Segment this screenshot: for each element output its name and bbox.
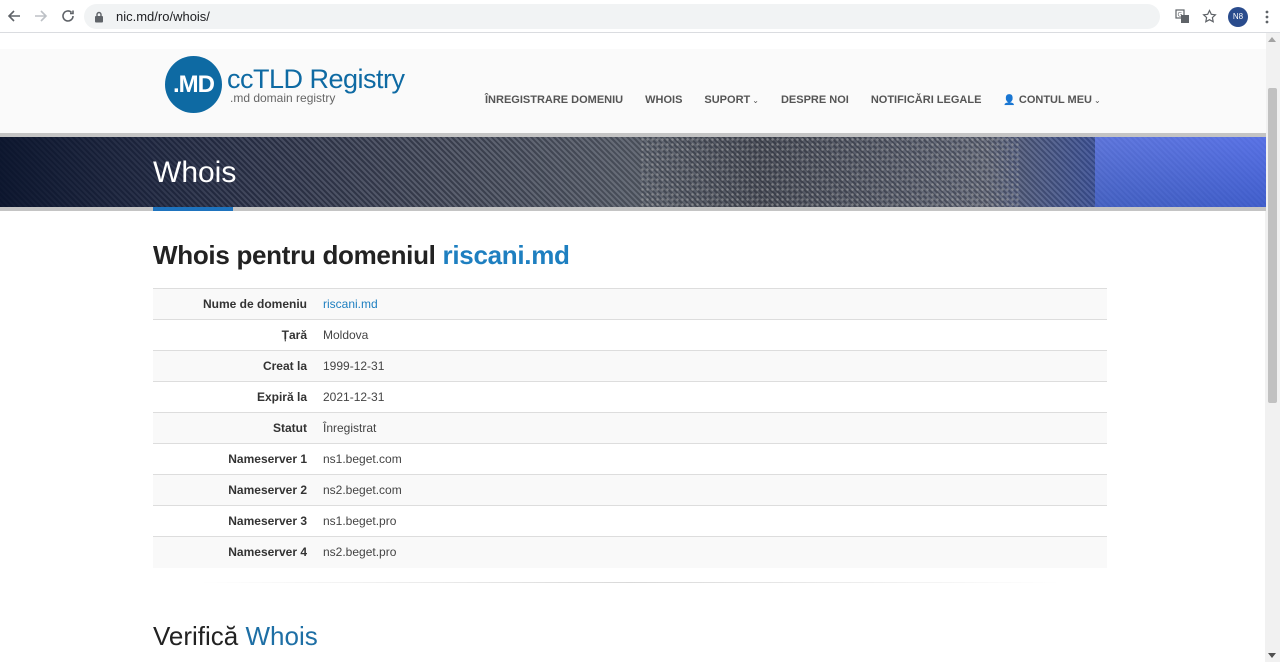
table-row: Țară Moldova [153, 320, 1107, 351]
url-text: nic.md/ro/whois/ [116, 9, 210, 24]
menu-item-contul[interactable]: 👤 CONTUL MEU ⌄ [1003, 94, 1100, 106]
menu-label: DESPRE NOI [780, 94, 849, 106]
row-value: ns2.beget.pro [323, 545, 397, 560]
bookmark-star-icon[interactable] [1196, 3, 1223, 30]
heading-domain: riscani.md [442, 240, 570, 270]
table-row: Nameserver 1 ns1.beget.com [153, 444, 1107, 475]
profile-avatar[interactable]: N8 [1228, 6, 1248, 27]
svg-text:G: G [1178, 12, 1183, 19]
translate-icon[interactable]: G [1169, 3, 1196, 30]
row-value: ns1.beget.com [323, 452, 402, 466]
menu-item-inregistrare[interactable]: ÎNREGISTRARE DOMENIU [485, 94, 623, 106]
section-divider [198, 582, 1062, 583]
row-key: Expiră la [256, 390, 307, 404]
page-scrollbar[interactable] [1265, 33, 1280, 662]
menu-label: ÎNREGISTRARE DOMENIU [485, 94, 624, 106]
verify-heading: Verifică Whois [153, 621, 318, 652]
row-value: Înregistrat [323, 421, 377, 435]
row-key: Nameserver 1 [228, 452, 307, 466]
row-value: riscani.md [313, 289, 1107, 320]
row-value: 2021-12-31 [323, 390, 385, 404]
row-key: Statut [273, 421, 307, 435]
table-row: Creat la 1999-12-31 [153, 350, 1107, 382]
address-bar[interactable]: nic.md/ro/whois/ [84, 4, 1160, 29]
row-key: Țară [281, 328, 307, 342]
site-logo[interactable]: .MD ccTLD Registry .md domain registry [165, 56, 405, 113]
whois-table: Nume de domeniu riscani.md Țară Moldova Crea… [153, 288, 1107, 568]
chevron-down-icon: ⌄ [1094, 95, 1101, 105]
whois-result: Whois pentru domeniul riscani.md Nume de… [153, 240, 1107, 568]
domain-link[interactable]: riscani.md [323, 297, 378, 311]
chevron-down-icon: ⌄ [752, 95, 759, 105]
menu-item-whois[interactable]: WHOIS [645, 94, 682, 106]
logo-mark: .MD [165, 56, 222, 113]
menu-item-notificari[interactable]: NOTIFICĂRI LEGALE [871, 94, 982, 106]
table-row: Nameserver 4 ns2.beget.pro [153, 536, 1107, 568]
avatar-text: N8 [1232, 12, 1244, 21]
heading-bold: Whois [153, 240, 230, 270]
banner-glow-decoration [1095, 137, 1266, 207]
row-key: Nume de domeniu [202, 297, 307, 311]
banner-title: Whois [153, 156, 237, 189]
row-key: Creat la [262, 359, 307, 373]
logo-title: ccTLD Registry [227, 63, 405, 94]
main-menu: ÎNREGISTRARE DOMENIU WHOIS SUPORT ⌄ DESPR… [485, 94, 1123, 106]
forward-arrow-icon[interactable] [28, 3, 54, 29]
table-row: Expiră la 2021-12-31 [153, 382, 1107, 413]
reload-icon[interactable] [55, 3, 81, 29]
table-row: Nameserver 2 ns2.beget.com [153, 474, 1107, 506]
row-key: Nameserver 3 [228, 514, 307, 528]
back-arrow-icon[interactable] [1, 3, 27, 29]
banner-mesh-decoration [640, 137, 1020, 207]
page-banner: Whois [0, 133, 1266, 211]
menu-label: WHOIS [645, 94, 683, 106]
result-heading: Whois pentru domeniul riscani.md [153, 240, 1107, 271]
row-value: ns2.beget.com [323, 483, 402, 497]
row-key: Nameserver 4 [228, 545, 307, 560]
menu-label: NOTIFICĂRI LEGALE [870, 94, 982, 106]
kebab-menu-icon[interactable] [1253, 3, 1280, 30]
scroll-down-icon[interactable] [1268, 653, 1276, 658]
menu-item-suport[interactable]: SUPORT ⌄ [704, 94, 759, 106]
heading-middle: pentru domeniul [236, 240, 436, 270]
row-key: Nameserver 2 [228, 483, 307, 497]
user-icon: 👤 [1003, 94, 1016, 106]
table-row: Statut Înregistrat [153, 412, 1107, 444]
lock-icon [94, 10, 108, 24]
row-value: ns1.beget.pro [323, 514, 397, 528]
menu-label: CONTUL MEU [1018, 94, 1093, 106]
row-value: Moldova [323, 328, 369, 342]
verify-word2: Whois [245, 621, 318, 651]
browser-actions: G N8 [1169, 0, 1280, 33]
row-value: 1999-12-31 [323, 359, 385, 373]
browser-toolbar: nic.md/ro/whois/ G N8 [0, 0, 1280, 33]
site-header: .MD ccTLD Registry .md domain registry Î… [0, 33, 1266, 133]
table-row: Nameserver 3 ns1.beget.pro [153, 506, 1107, 537]
table-row: Nume de domeniu riscani.md [153, 288, 1107, 320]
scroll-thumb[interactable] [1268, 88, 1277, 403]
verify-word1: Verifică [153, 621, 239, 651]
logo-text: ccTLD Registry .md domain registry [227, 63, 405, 104]
menu-item-despre[interactable]: DESPRE NOI [781, 94, 849, 106]
scroll-up-icon[interactable] [1268, 37, 1276, 42]
banner-underline [153, 207, 233, 211]
menu-label: SUPORT [704, 94, 751, 106]
